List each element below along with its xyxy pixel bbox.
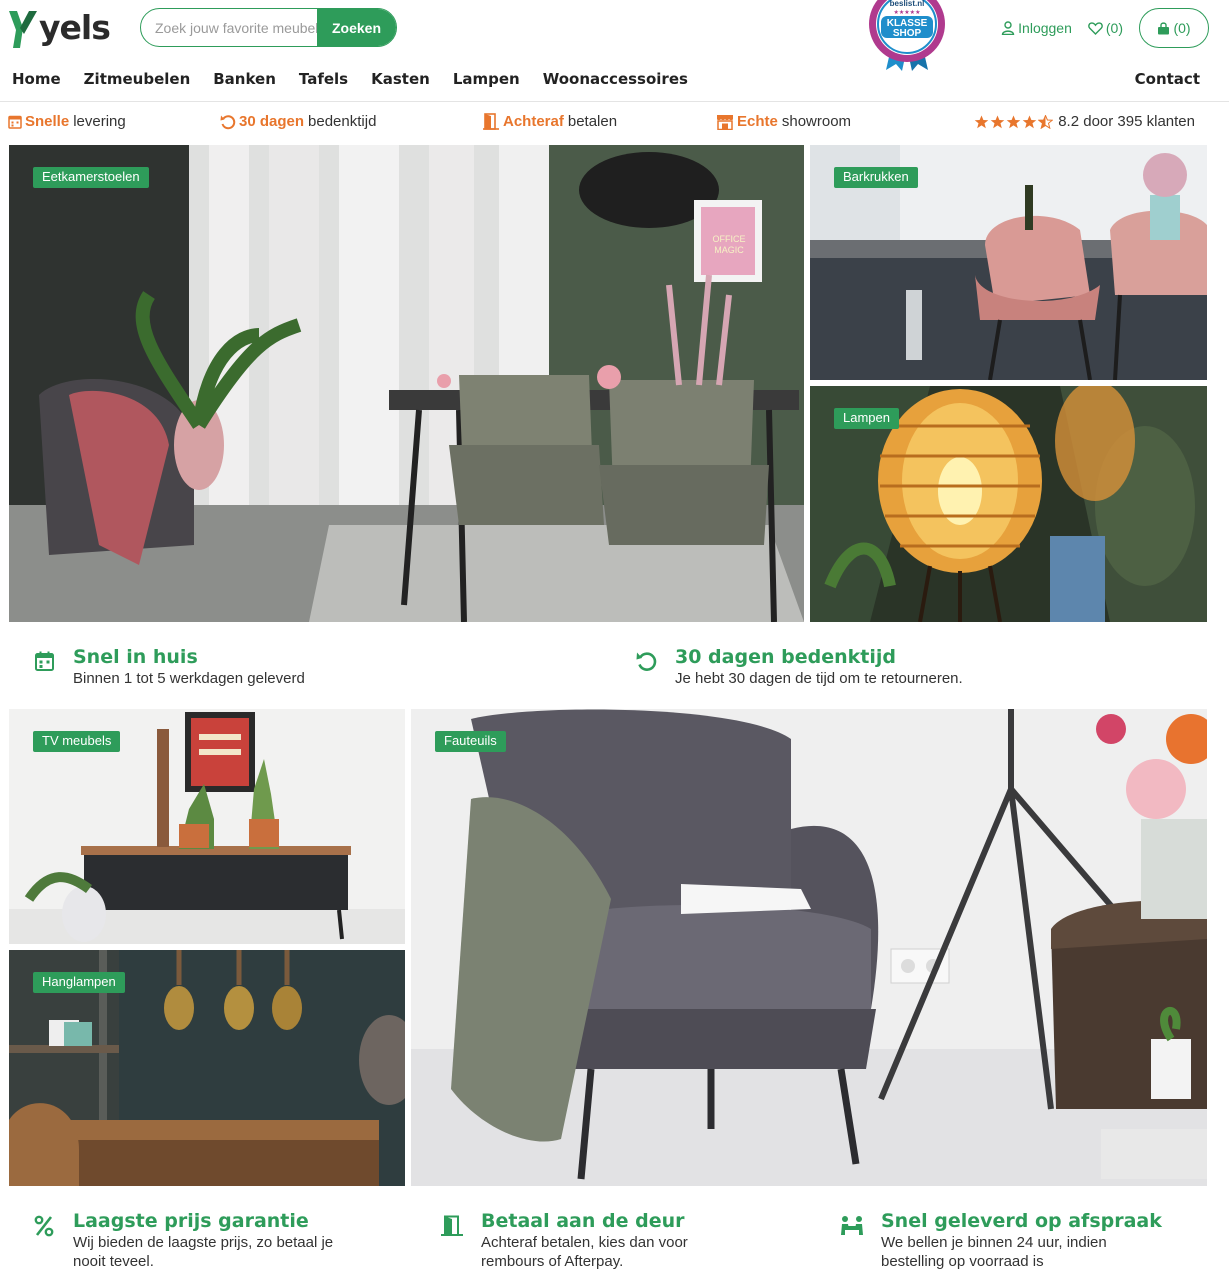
feature-betaal-aan-de-deur: Betaal aan de deur Achteraf betalen, kie… bbox=[432, 1209, 688, 1271]
calendar-icon bbox=[34, 651, 54, 671]
star-icon bbox=[990, 115, 1005, 128]
category-tile-lampen[interactable]: Lampen bbox=[810, 386, 1207, 622]
cart-button[interactable]: (0) bbox=[1139, 8, 1209, 48]
usp-text: bedenktijd bbox=[308, 113, 377, 130]
star-icon bbox=[1006, 115, 1021, 128]
door-icon bbox=[483, 113, 499, 130]
calendar-icon bbox=[8, 115, 22, 129]
nav-banken[interactable]: Banken bbox=[213, 70, 276, 88]
rating-text: 8.2 door 395 klanten bbox=[1058, 113, 1195, 130]
klasse-shop-seal: beslist.nl ★★★★★ KLASSE SHOP bbox=[869, 0, 945, 71]
nav-home[interactable]: Home bbox=[12, 70, 61, 88]
nav-woonaccessoires[interactable]: Woonaccessoires bbox=[543, 70, 688, 88]
feature-snel-in-huis: Snel in huis Binnen 1 tot 5 werkdagen ge… bbox=[24, 645, 305, 688]
usp-return-period: 30 dagen bedenktijd bbox=[220, 113, 376, 130]
wishlist-link[interactable]: (0) bbox=[1088, 20, 1123, 36]
feature-description-line2: rembours of Afterpay. bbox=[481, 1253, 624, 1270]
feature-description-line1: Wij bieden de laagste prijs, zo betaal j… bbox=[73, 1234, 334, 1251]
poster-text-line1: OFFICE bbox=[713, 234, 746, 244]
search-bar: Zoeken bbox=[140, 8, 397, 47]
feature-description: Je hebt 30 dagen de tijd om te retourner… bbox=[675, 670, 963, 687]
search-button[interactable]: Zoeken bbox=[317, 9, 396, 46]
category-tile-eetkamerstoelen[interactable]: OFFICE MAGIC Eetkamerstoelen bbox=[9, 145, 804, 622]
category-label: Lampen bbox=[834, 408, 899, 429]
category-label: Barkrukken bbox=[834, 167, 918, 188]
cart-count: (0) bbox=[1173, 20, 1191, 36]
nav-lampen[interactable]: Lampen bbox=[453, 70, 520, 88]
feature-description: Binnen 1 tot 5 werkdagen geleverd bbox=[73, 670, 305, 687]
customer-rating[interactable]: 8.2 door 395 klanten bbox=[974, 113, 1195, 130]
usp-highlight: 30 dagen bbox=[239, 113, 305, 130]
feature-title: Laagste prijs garantie bbox=[73, 1210, 309, 1232]
feature-title: Betaal aan de deur bbox=[481, 1210, 685, 1232]
wishlist-count: (0) bbox=[1105, 20, 1123, 36]
delivery-icon bbox=[841, 1216, 863, 1235]
nav-contact[interactable]: Contact bbox=[1135, 70, 1200, 88]
login-label: Inloggen bbox=[1018, 20, 1072, 36]
feature-description-line1: We bellen je binnen 24 uur, indien bbox=[881, 1234, 1107, 1251]
nav-tafels[interactable]: Tafels bbox=[299, 70, 348, 88]
star-icon bbox=[974, 115, 989, 128]
undo-icon bbox=[636, 652, 656, 671]
category-label: Eetkamerstoelen bbox=[33, 167, 149, 188]
store-icon bbox=[717, 114, 733, 130]
percent-icon bbox=[34, 1215, 54, 1237]
search-input[interactable] bbox=[141, 9, 317, 46]
star-half-icon bbox=[1038, 114, 1054, 129]
poster-text-line2: MAGIC bbox=[714, 245, 744, 255]
feature-title: Snel in huis bbox=[73, 646, 198, 668]
category-label: Fauteuils bbox=[435, 731, 506, 752]
logo-y-mark bbox=[9, 11, 37, 48]
category-tile-hanglampen[interactable]: Hanglampen bbox=[9, 950, 405, 1186]
heart-icon bbox=[1088, 21, 1103, 35]
category-label: TV meubels bbox=[33, 731, 121, 752]
usp-pay-later: Achteraf betalen bbox=[482, 113, 617, 130]
user-icon bbox=[1001, 21, 1015, 35]
usp-text: showroom bbox=[781, 113, 852, 130]
usp-highlight: Echte bbox=[737, 113, 778, 130]
star-icon bbox=[1022, 115, 1037, 128]
main-navigation: Home Zitmeubelen Banken Tafels Kasten La… bbox=[12, 70, 711, 88]
logo-text: yels bbox=[39, 8, 111, 47]
usp-highlight: Snelle bbox=[25, 113, 70, 130]
feature-title: Snel geleverd op afspraak bbox=[881, 1210, 1162, 1232]
usp-text: betalen bbox=[567, 113, 618, 130]
login-link[interactable]: Inloggen bbox=[1001, 20, 1072, 36]
rating-stars bbox=[974, 114, 1054, 129]
account-actions: Inloggen (0) (0) bbox=[1001, 8, 1209, 48]
category-tile-tv-meubels[interactable]: TV meubels bbox=[9, 709, 405, 944]
category-tile-fauteuils[interactable]: Fauteuils bbox=[411, 709, 1207, 1186]
site-header: yels Zoeken beslist.nl ★★★★★ KLASSE SHOP… bbox=[0, 0, 1229, 102]
armchair-image bbox=[411, 709, 1207, 1186]
nav-kasten[interactable]: Kasten bbox=[371, 70, 430, 88]
feature-title: 30 dagen bedenktijd bbox=[675, 646, 896, 668]
feature-description-line2: bestelling op voorraad is bbox=[881, 1253, 1044, 1270]
category-tile-barkrukken[interactable]: Barkrukken bbox=[810, 145, 1207, 380]
dining-room-image: OFFICE MAGIC bbox=[9, 145, 804, 622]
feature-snel-geleverd-op-afspraak: Snel geleverd op afspraak We bellen je b… bbox=[832, 1209, 1162, 1271]
feature-description-line2: nooit teveel. bbox=[73, 1253, 154, 1270]
undo-icon bbox=[220, 114, 236, 129]
yels-logo[interactable]: yels bbox=[8, 6, 111, 50]
nav-zitmeubelen[interactable]: Zitmeubelen bbox=[84, 70, 191, 88]
feature-description-line1: Achteraf betalen, kies dan voor bbox=[481, 1234, 688, 1251]
svg-text:★★★★★: ★★★★★ bbox=[894, 9, 921, 16]
category-label: Hanglampen bbox=[33, 972, 125, 993]
usp-highlight: Achteraf bbox=[503, 113, 564, 130]
seal-top-text: beslist.nl bbox=[890, 0, 925, 8]
feature-30-dagen-bedenktijd: 30 dagen bedenktijd Je hebt 30 dagen de … bbox=[626, 645, 963, 688]
door-icon bbox=[441, 1215, 463, 1236]
seal-line2: SHOP bbox=[893, 28, 922, 39]
usp-showroom: Echte showroom bbox=[716, 113, 851, 130]
feature-laagste-prijs-garantie: Laagste prijs garantie Wij bieden de laa… bbox=[24, 1209, 333, 1271]
usp-fast-delivery: Snelle levering bbox=[8, 113, 126, 130]
usp-text: levering bbox=[73, 113, 126, 130]
usp-bar: Snelle levering 30 dagen bedenktijd Acht… bbox=[0, 102, 1229, 142]
shopping-basket-icon bbox=[1158, 21, 1170, 34]
